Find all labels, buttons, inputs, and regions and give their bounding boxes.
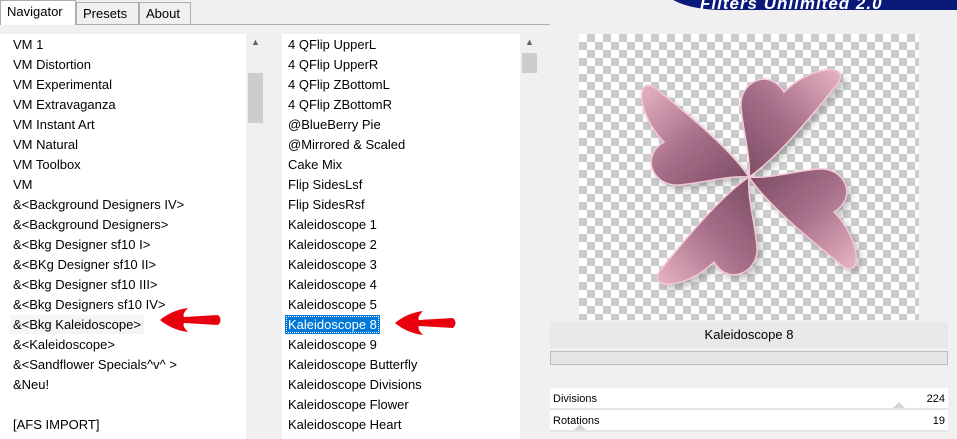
category-list-item[interactable]: &<Bkg Kaleidoscope> <box>10 315 144 334</box>
petal-group <box>640 68 861 289</box>
tab-navigator[interactable]: Navigator <box>0 0 76 25</box>
filter-scrollbar[interactable]: ▲ <box>520 34 539 439</box>
petal <box>656 175 758 286</box>
filter-list-item[interactable]: Kaleidoscope 8 <box>285 315 380 334</box>
category-list-item[interactable]: &<Background Designers IV> <box>10 195 187 214</box>
category-list-item[interactable]: &<BKg Designer sf10 II> <box>10 255 159 274</box>
slider-knob[interactable] <box>893 402 906 408</box>
category-list-item[interactable]: &<Sandflower Specials^v^ > <box>10 355 180 374</box>
filter-list-item[interactable]: @Mirrored & Scaled <box>285 135 408 154</box>
preview-pane <box>579 34 919 320</box>
category-list[interactable]: VM 1 VM Distortion VM Experimental VM Extra… <box>0 34 246 439</box>
scroll-up-icon[interactable]: ▲ <box>520 34 539 51</box>
list-gap <box>265 34 282 439</box>
filter-list-item[interactable]: Kaleidoscope 1 <box>285 215 380 234</box>
category-list-item[interactable]: VM Distortion <box>10 55 94 74</box>
category-list-item[interactable]: &<Bkg Designer sf10 I> <box>10 235 153 254</box>
petal <box>640 84 751 186</box>
petal <box>740 68 842 179</box>
kaleidoscope-preview-image <box>640 68 861 289</box>
category-list-item[interactable]: &<Kaleidoscope> <box>10 335 118 354</box>
filter-list-item[interactable]: Kaleidoscope Divisions <box>285 375 425 394</box>
tab-about[interactable]: About <box>139 2 191 24</box>
brand-title: Filters Unlimited 2.0 <box>700 0 883 13</box>
selected-filter-name: Kaleidoscope 8 <box>550 322 948 348</box>
filter-list-item[interactable]: Flip SidesLsf <box>285 175 365 194</box>
param-divisions[interactable]: Divisions 224 <box>550 388 948 410</box>
category-list-item[interactable]: VM Natural <box>10 135 81 154</box>
filter-list-item[interactable]: Kaleidoscope 5 <box>285 295 380 314</box>
scroll-up-icon[interactable]: ▲ <box>246 34 265 51</box>
param-value: 19 <box>932 415 945 427</box>
filter-list-item[interactable]: 4 QFlip ZBottomL <box>285 75 393 94</box>
filter-list-item[interactable]: Kaleidoscope 9 <box>285 335 380 354</box>
category-list-item[interactable]: VM Instant Art <box>10 115 98 134</box>
filter-list-item[interactable]: Flip SidesRsf <box>285 195 368 214</box>
param-rotations[interactable]: Rotations 19 <box>550 410 948 432</box>
filter-list[interactable]: 4 QFlip UpperL 4 QFlip UpperR 4 QFlip ZBot… <box>282 34 520 439</box>
petal <box>747 168 858 270</box>
filter-scroll-thumb[interactable] <box>522 53 537 73</box>
category-list-item[interactable]: &<Bkg Designers sf10 IV> <box>10 295 168 314</box>
filter-list-item[interactable]: Kaleidoscope 3 <box>285 255 380 274</box>
filter-list-item[interactable]: Cake Mix <box>285 155 345 174</box>
filter-list-item[interactable]: Kaleidoscope 2 <box>285 235 380 254</box>
param-label: Divisions <box>553 393 598 405</box>
progress-bar <box>550 351 948 365</box>
filter-list-item[interactable]: 4 QFlip UpperR <box>285 55 381 74</box>
slider-knob[interactable] <box>573 424 586 430</box>
category-list-item[interactable] <box>10 395 16 414</box>
tab-presets[interactable]: Presets <box>76 2 139 24</box>
filter-list-item[interactable]: @BlueBerry Pie <box>285 115 384 134</box>
category-list-item[interactable]: VM Toolbox <box>10 155 84 174</box>
param-value: 224 <box>926 393 945 405</box>
category-scroll-thumb[interactable] <box>248 73 263 123</box>
filter-list-item[interactable]: Kaleidoscope Butterfly <box>285 355 420 374</box>
category-list-item[interactable]: VM Experimental <box>10 75 115 94</box>
category-list-item[interactable]: VM 1 <box>10 35 46 54</box>
category-list-item[interactable]: &Neu! <box>10 375 52 394</box>
filter-list-item[interactable]: Kaleidoscope Heart <box>285 415 404 434</box>
filter-list-item[interactable]: 4 QFlip ZBottomR <box>285 95 395 114</box>
filter-list-item[interactable]: 4 QFlip UpperL <box>285 35 379 54</box>
category-list-item[interactable]: VM <box>10 175 36 194</box>
slider-track[interactable] <box>550 430 948 432</box>
filter-list-item[interactable]: Kaleidoscope 4 <box>285 275 380 294</box>
pointer-arrow-icon <box>395 311 456 335</box>
category-list-item[interactable]: &<Bkg Designer sf10 III> <box>10 275 161 294</box>
category-scrollbar[interactable]: ▲ <box>246 34 265 439</box>
category-list-item[interactable]: [AFS IMPORT] <box>10 415 102 434</box>
category-list-item[interactable]: VM Extravaganza <box>10 95 119 114</box>
category-list-item[interactable]: &<Background Designers> <box>10 215 171 234</box>
filter-list-item[interactable]: Kaleidoscope Flower <box>285 395 412 414</box>
pointer-arrow-icon <box>160 308 221 332</box>
